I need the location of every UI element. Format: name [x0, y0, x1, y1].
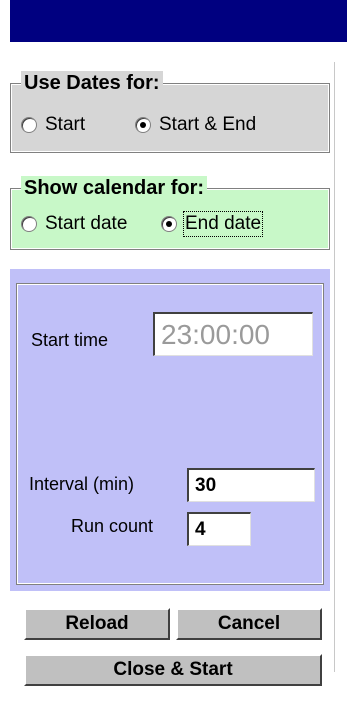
interval-label: Interval (min): [29, 474, 135, 494]
radio-calendar-end-date[interactable]: End date: [161, 211, 264, 237]
reload-button[interactable]: Reload: [24, 608, 170, 640]
use-dates-legend: Use Dates for:: [21, 71, 163, 95]
close-start-button[interactable]: Close & Start: [24, 654, 322, 686]
start-time-field: 23:00:00: [153, 312, 313, 356]
radio-label: Start date: [45, 213, 128, 234]
interval-input[interactable]: 30: [187, 468, 315, 502]
run-count-input[interactable]: 4: [187, 512, 251, 546]
radio-label: Start & End: [159, 114, 257, 135]
radio-button-selected-icon[interactable]: [135, 117, 151, 133]
radio-use-dates-start[interactable]: Start: [21, 114, 85, 136]
radio-label: Start: [45, 114, 86, 135]
show-calendar-group: Show calendar for: Start date End date: [10, 176, 330, 250]
radio-label: End date: [182, 211, 264, 237]
radio-button-icon[interactable]: [21, 117, 37, 133]
schedule-group: Start time 23:00:00 Interval (min) 30 Ru…: [16, 283, 324, 585]
run-count-label: Run count: [71, 516, 154, 536]
show-calendar-legend: Show calendar for:: [21, 176, 208, 200]
settings-panel: Use Dates for: Start Start & End Show ca…: [10, 62, 335, 686]
cancel-button[interactable]: Cancel: [176, 608, 322, 640]
start-time-label: Start time: [31, 330, 109, 350]
radio-button-selected-icon[interactable]: [161, 216, 177, 232]
window-title-bar[interactable]: [10, 0, 347, 42]
radio-use-dates-start-end[interactable]: Start & End: [135, 114, 256, 136]
radio-button-icon[interactable]: [21, 216, 37, 232]
use-dates-group: Use Dates for: Start Start & End: [10, 71, 330, 153]
schedule-section: Start time 23:00:00 Interval (min) 30 Ru…: [10, 269, 330, 591]
radio-calendar-start-date[interactable]: Start date: [21, 213, 127, 235]
